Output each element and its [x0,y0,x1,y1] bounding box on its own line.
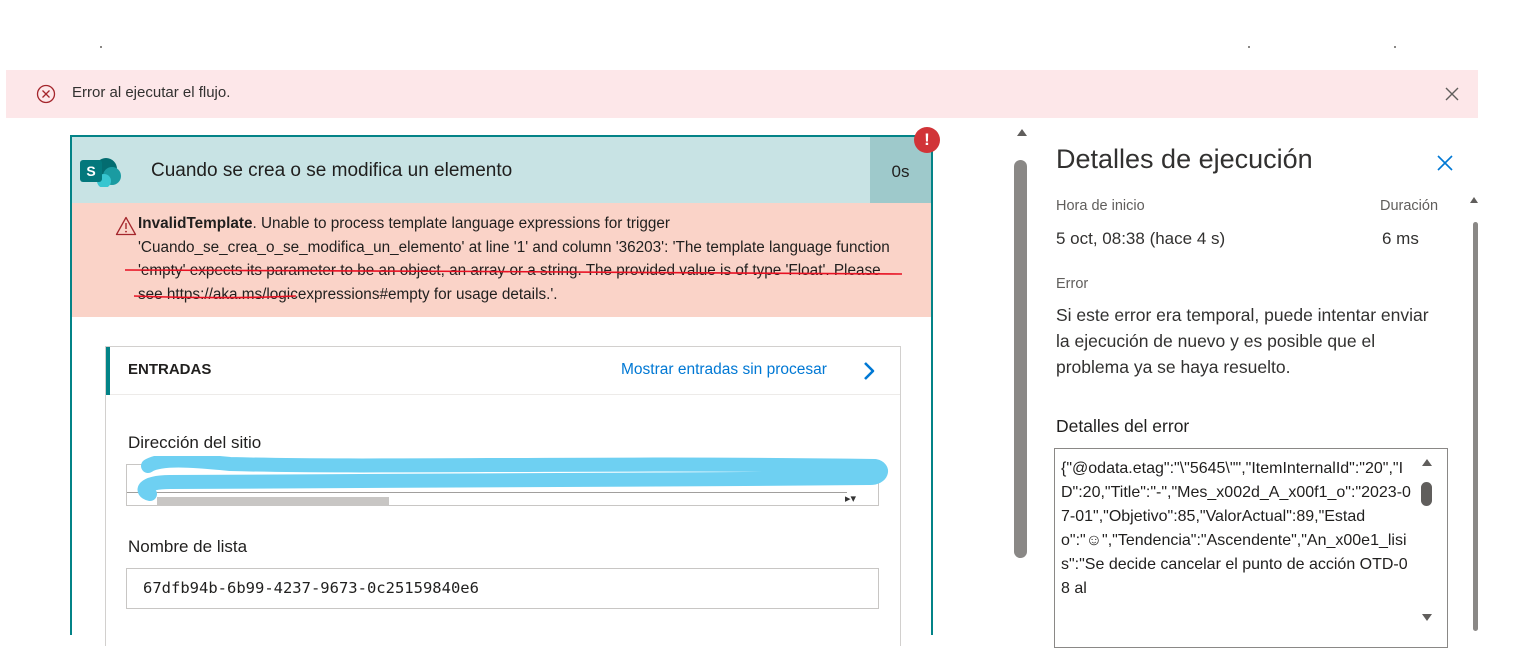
scroll-up-arrow-icon[interactable] [1016,127,1028,137]
chevron-right-icon[interactable] [862,361,876,381]
trigger-card-header[interactable]: S Cuando se crea o se modifica un elemen… [72,137,931,203]
canvas-scroll-thumb[interactable] [1014,160,1027,558]
inputs-title: ENTRADAS [128,361,212,378]
duration-label: Duración [1380,198,1439,214]
scroll-arrows-icon[interactable]: ▸▾ [845,492,856,505]
top-bar-mark [100,46,102,48]
error-code: InvalidTemplate [138,215,253,232]
trigger-error-box: InvalidTemplate. Unable to process templ… [72,203,931,317]
error-details-box[interactable]: {"@odata.etag":"\"5645\"","ItemInternalI… [1054,448,1448,648]
site-address-label: Dirección del sitio [128,433,262,452]
error-details-heading: Detalles del error [1056,416,1190,436]
close-icon[interactable] [1442,84,1462,104]
svg-text:S: S [86,163,95,179]
scroll-down-arrow-icon[interactable] [1421,613,1433,623]
error-banner: Error al ejecutar el flujo. [6,70,1478,118]
error-badge: ! [914,127,940,153]
inputs-header[interactable]: ENTRADAS Mostrar entradas sin procesar [106,347,900,395]
trigger-error-text: InvalidTemplate. Unable to process templ… [138,212,898,306]
warning-icon [115,216,137,236]
error-label: Error [1056,276,1089,292]
list-name-label: Nombre de lista [128,537,248,556]
top-bar-mark [1248,46,1250,48]
right-gutter [1478,70,1519,631]
inputs-accent-bar [106,347,110,395]
error-details-text: {"@odata.etag":"\"5645\"","ItemInternalI… [1061,460,1411,597]
panel-scroll-thumb[interactable] [1473,222,1478,631]
run-details-panel: Detalles de ejecución Hora de inicio Dur… [1034,118,1478,648]
run-details-title: Detalles de ejecución [1056,144,1313,174]
start-time-value: 5 oct, 08:38 (hace 4 s) [1056,229,1226,248]
trigger-title: Cuando se crea o se modifica un elemento [151,160,513,181]
inputs-panel: ENTRADAS Mostrar entradas sin procesar D… [105,346,901,646]
start-time-label: Hora de inicio [1056,198,1145,214]
site-field-underline [127,492,847,493]
close-icon[interactable] [1436,154,1454,172]
sharepoint-icon: S [80,158,121,187]
list-name-field[interactable]: 67dfb94b-6b99-4237-9673-0c25159840e6 [126,568,879,609]
scroll-up-arrow-icon[interactable] [1421,457,1433,467]
error-banner-message: Error al ejecutar el flujo. [72,84,231,101]
site-address-field[interactable]: ▸▾ [126,464,879,506]
top-bar-mark [1394,46,1396,48]
error-details-scroll-thumb[interactable] [1421,482,1432,506]
error-circle-icon [36,84,56,104]
trigger-card[interactable]: S Cuando se crea o se modifica un elemen… [70,135,933,646]
horizontal-scrollbar[interactable] [157,497,389,505]
duration-value: 6 ms [1382,229,1419,248]
show-raw-inputs-link[interactable]: Mostrar entradas sin procesar [621,361,827,379]
error-help-message: Si este error era temporal, puede intent… [1056,305,1429,377]
scroll-up-arrow-icon[interactable] [1470,196,1478,204]
top-bar [0,0,1519,70]
